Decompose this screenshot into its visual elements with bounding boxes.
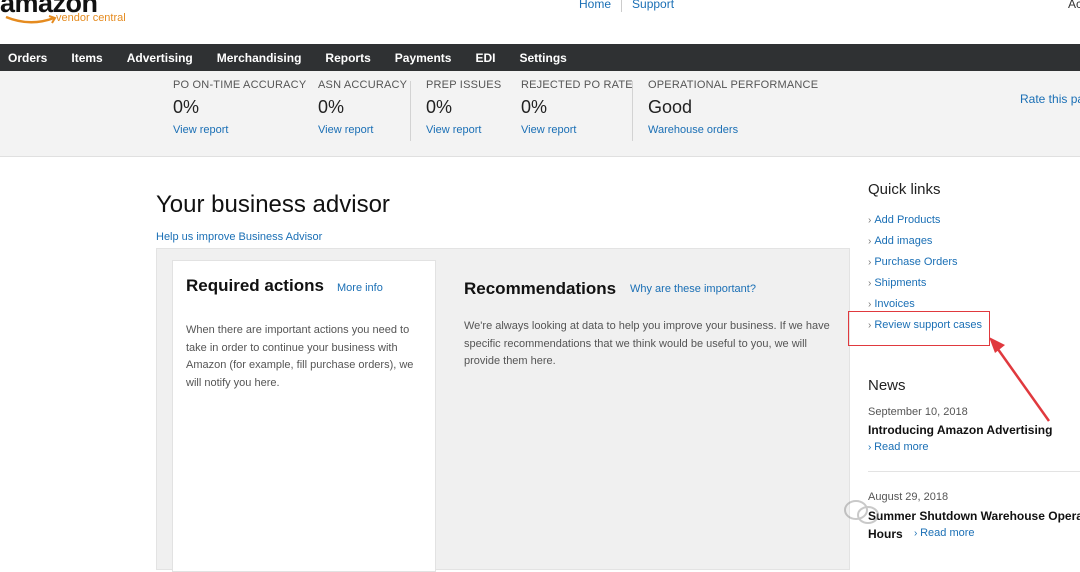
read-more-link[interactable]: › Read more <box>914 527 975 539</box>
required-actions-text: When there are important actions you nee… <box>186 324 414 389</box>
metric-asn-accuracy: ASN ACCURACY 0% View report <box>318 79 407 136</box>
home-link[interactable]: Home <box>579 0 611 11</box>
quick-link-label: Add Products <box>874 214 941 226</box>
divider <box>621 0 623 12</box>
metric-value: 0% <box>318 97 345 117</box>
metric-divider <box>410 81 411 141</box>
watermark-icon <box>844 500 879 524</box>
chevron-right-icon: › <box>868 215 872 226</box>
smile-icon <box>5 15 57 24</box>
chevron-right-icon: › <box>868 278 872 289</box>
view-report-link[interactable]: View report <box>173 124 306 136</box>
top-header: amazon vendor central Home Support Ac <box>0 0 1080 44</box>
warehouse-orders-link[interactable]: Warehouse orders <box>648 124 818 136</box>
metric-rejected-po-rate: REJECTED PO RATE 0% View report <box>521 79 633 136</box>
view-report-link[interactable]: View report <box>521 124 633 136</box>
view-report-link[interactable]: View report <box>426 124 501 136</box>
nav-item-reports[interactable]: Reports <box>317 51 382 65</box>
page-title: Your business advisor <box>156 191 390 218</box>
chevron-right-icon: › <box>868 236 872 247</box>
recommendations-text: We're always looking at data to help you… <box>464 320 830 367</box>
chevron-right-icon: › <box>868 257 872 268</box>
annotation-arrow-icon <box>989 337 1051 422</box>
metric-po-on-time-accuracy: PO ON-TIME ACCURACY 0% View report <box>173 79 306 136</box>
chevron-right-icon: › <box>868 299 872 310</box>
metric-value: 0% <box>521 97 548 117</box>
quick-link-purchase-orders[interactable]: › Purchase Orders <box>868 255 982 276</box>
nav-item-payments[interactable]: Payments <box>387 51 464 65</box>
quick-link-label: Add images <box>874 235 933 247</box>
help-improve-link[interactable]: Help us improve Business Advisor <box>156 231 322 243</box>
metric-value: 0% <box>173 97 200 117</box>
nav-item-orders[interactable]: Orders <box>0 51 59 65</box>
support-link[interactable]: Support <box>632 0 674 11</box>
metric-prep-issues: PREP ISSUES 0% View report <box>426 79 501 136</box>
metric-label: PO ON-TIME ACCURACY <box>173 79 307 91</box>
news-date: September 10, 2018 <box>868 406 968 418</box>
account-link[interactable]: Ac <box>1068 0 1080 11</box>
logo-subtitle: vendor central <box>56 12 126 24</box>
quick-links-title: Quick links <box>868 181 941 198</box>
news-headline: Summer Shutdown Warehouse Operating <box>868 509 1080 523</box>
nav-item-settings[interactable]: Settings <box>511 51 578 65</box>
metric-label: OPERATIONAL PERFORMANCE <box>648 79 819 91</box>
more-info-link[interactable]: More info <box>337 282 383 294</box>
news-headline-continued: Hours <box>868 527 903 541</box>
news-divider <box>868 471 1080 472</box>
metric-operational-performance: OPERATIONAL PERFORMANCE Good Warehouse o… <box>648 79 818 136</box>
recommendations-title: Recommendations <box>464 279 617 298</box>
metric-value: Good <box>648 97 693 117</box>
view-report-link[interactable]: View report <box>318 124 407 136</box>
required-actions-card <box>172 260 436 572</box>
metric-label: PREP ISSUES <box>426 79 502 91</box>
quick-link-add-products[interactable]: › Add Products <box>868 213 982 234</box>
amazon-vendor-central-logo[interactable]: amazon vendor central <box>0 0 126 24</box>
metric-value: 0% <box>426 97 453 117</box>
nav-item-merchandising[interactable]: Merchandising <box>209 51 314 65</box>
nav-item-items[interactable]: Items <box>63 51 114 65</box>
required-actions-title: Required actions <box>186 276 324 295</box>
quick-link-label: Invoices <box>874 298 915 310</box>
main-nav: Orders Items Advertising Merchandising R… <box>0 44 1080 71</box>
read-more-label: Read more <box>874 441 929 453</box>
performance-metrics-bar: PO ON-TIME ACCURACY 0% View report ASN A… <box>0 71 1080 157</box>
annotation-highlight-box <box>848 311 990 346</box>
quick-link-shipments[interactable]: › Shipments <box>868 276 982 297</box>
metric-label: ASN ACCURACY <box>318 79 408 91</box>
nav-item-edi[interactable]: EDI <box>467 51 507 65</box>
news-title: News <box>868 377 906 394</box>
quick-link-add-images[interactable]: › Add images <box>868 234 982 255</box>
why-important-link[interactable]: Why are these important? <box>630 283 756 295</box>
read-more-label: Read more <box>920 527 975 539</box>
quick-link-label: Shipments <box>874 277 927 289</box>
nav-item-advertising[interactable]: Advertising <box>119 51 205 65</box>
metric-label: REJECTED PO RATE <box>521 79 633 91</box>
rate-this-page-link[interactable]: Rate this pag <box>1020 92 1080 106</box>
top-links: Home Support <box>579 0 674 12</box>
read-more-link[interactable]: › Read more <box>868 441 929 453</box>
news-headline: Introducing Amazon Advertising <box>868 423 1053 437</box>
metric-divider <box>632 81 633 141</box>
quick-link-label: Purchase Orders <box>874 256 958 268</box>
